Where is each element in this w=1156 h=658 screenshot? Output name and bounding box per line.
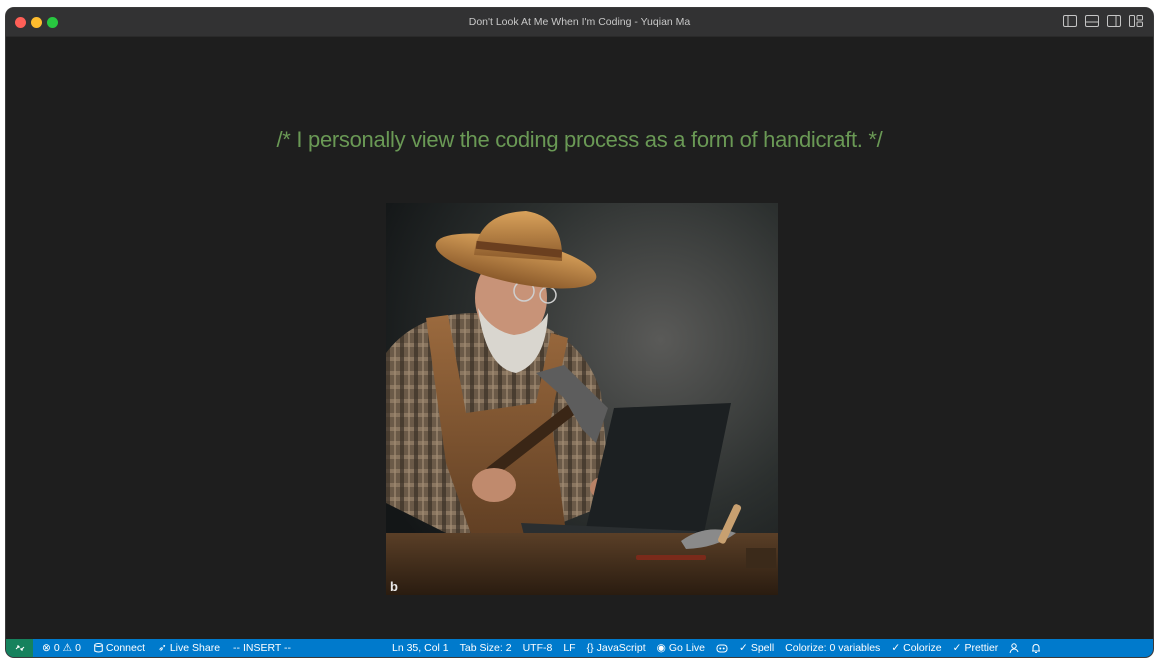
feedback-button[interactable]: [1009, 642, 1020, 654]
go-live-button[interactable]: ◉ Go Live: [657, 642, 705, 654]
feedback-icon: [1009, 642, 1019, 653]
code-comment: /* I personally view the coding process …: [276, 127, 883, 152]
error-count: 0: [53, 642, 60, 654]
customize-layout-icon[interactable]: [1129, 15, 1143, 27]
vscode-window: Don't Look At Me When I'm Coding - Yuqia…: [6, 8, 1153, 657]
copilot-button[interactable]: [716, 643, 728, 653]
language-mode[interactable]: {} JavaScript: [587, 642, 646, 654]
file-encoding[interactable]: UTF-8: [523, 642, 553, 654]
check-icon: ✓: [739, 642, 748, 654]
status-bar: ⊗ 0 ⚠ 0 Connect ➶ Live Share -- INSERT -…: [6, 639, 1153, 657]
end-of-line[interactable]: LF: [563, 642, 575, 654]
status-left-items: ⊗ 0 ⚠ 0 Connect ➶ Live Share -- INSERT -…: [42, 639, 291, 657]
remote-icon: [15, 645, 24, 651]
error-icon: ⊗: [42, 642, 51, 654]
copilot-icon: [716, 644, 728, 653]
editor-area[interactable]: /* I personally view the coding process …: [6, 37, 1153, 639]
toggle-primary-sidebar-icon[interactable]: [1063, 15, 1077, 27]
toggle-secondary-sidebar-icon[interactable]: [1107, 15, 1121, 27]
broadcast-icon: ◉: [656, 642, 666, 654]
language-label: JavaScript: [596, 642, 646, 654]
colorize-label: Colorize: [903, 642, 942, 654]
tab-size[interactable]: Tab Size: 2: [460, 642, 512, 654]
warning-icon: ⚠: [62, 642, 73, 654]
vim-mode: -- INSERT --: [233, 642, 291, 654]
database-icon: [94, 643, 103, 653]
connect-button[interactable]: Connect: [94, 642, 145, 654]
colorize-button[interactable]: ✓ Colorize: [891, 642, 941, 654]
braces-icon: {}: [586, 642, 594, 654]
spell-label: Spell: [750, 642, 775, 654]
live-share-label: Live Share: [169, 642, 221, 654]
remote-indicator[interactable]: [6, 639, 33, 657]
window-title: Don't Look At Me When I'm Coding - Yuqia…: [468, 16, 691, 28]
live-share-icon: ➶: [158, 642, 167, 654]
double-check-icon: ✓: [952, 642, 962, 654]
bell-icon: [1032, 643, 1041, 653]
cursor-position[interactable]: Ln 35, Col 1: [392, 642, 449, 654]
prettier-button[interactable]: ✓ Prettier: [953, 642, 999, 654]
go-live-label: Go Live: [668, 642, 705, 654]
colorize-variables[interactable]: Colorize: 0 variables: [785, 642, 880, 654]
live-share-button[interactable]: ➶ Live Share: [158, 642, 220, 654]
layout-controls: [1063, 15, 1143, 27]
status-right-items: Ln 35, Col 1 Tab Size: 2 UTF-8 LF {} Jav…: [392, 639, 1041, 657]
notifications-button[interactable]: [1031, 643, 1041, 654]
problems-indicator[interactable]: ⊗ 0 ⚠ 0: [42, 642, 81, 654]
check-icon: ✓: [891, 642, 901, 654]
prettier-label: Prettier: [964, 642, 999, 654]
toggle-panel-icon[interactable]: [1085, 15, 1099, 27]
warning-count: 0: [75, 642, 81, 654]
craftsman-image: b: [386, 203, 778, 595]
image-watermark: b: [390, 579, 398, 594]
title-bar: Don't Look At Me When I'm Coding - Yuqia…: [6, 8, 1153, 37]
spell-check-button[interactable]: ✓ Spell: [739, 642, 774, 654]
connect-label: Connect: [105, 642, 146, 654]
